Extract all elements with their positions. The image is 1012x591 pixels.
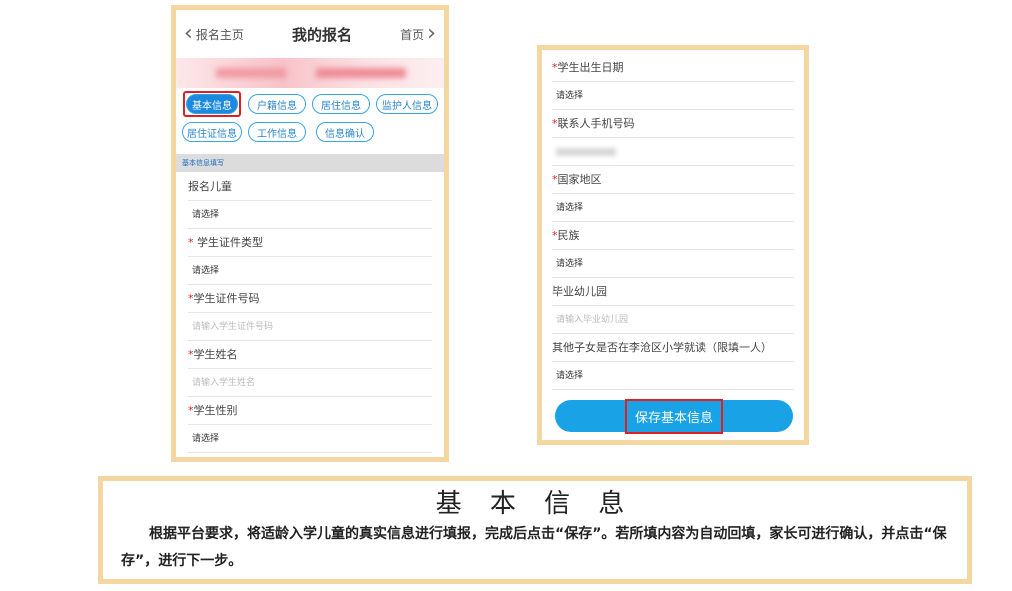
- id-number-input[interactable]: 请输入学生证件号码: [188, 313, 432, 341]
- kindergarten-input[interactable]: 请输入毕业幼儿园: [552, 306, 794, 334]
- tab-household-info[interactable]: 户籍信息: [248, 94, 306, 114]
- phone-input[interactable]: [552, 138, 794, 166]
- tab-guardian-info[interactable]: 监护人信息: [376, 94, 438, 114]
- field-label: *学生姓名: [188, 341, 432, 369]
- highlight-box: [624, 398, 723, 434]
- caption-title: 基 本 信 息: [435, 489, 635, 519]
- tab-label: 信息确认: [325, 128, 365, 140]
- highlight-box: [183, 91, 241, 117]
- blurred-value: [556, 147, 616, 156]
- home-label: 首页: [400, 27, 425, 42]
- tab-confirm-info[interactable]: 信息确认: [316, 122, 374, 142]
- child-select[interactable]: 请选择: [188, 201, 432, 229]
- chevron-right-icon: ›: [427, 21, 436, 46]
- country-select[interactable]: 请选择: [552, 194, 794, 222]
- tab-basic-info[interactable]: 基本信息: [183, 91, 241, 117]
- field-label: 其他子女是否在李沧区小学就读（限填一人）: [552, 334, 794, 362]
- field-label: *学生证件号码: [188, 285, 432, 313]
- tab-label: 工作信息: [257, 128, 297, 140]
- phone-screen-right: *学生出生日期 请选择 *联系人手机号码 *国家地区 请选择 *民族 请选择 毕…: [537, 45, 809, 445]
- tab-residence-info[interactable]: 居住信息: [312, 94, 370, 114]
- id-type-select[interactable]: 请选择: [188, 257, 432, 285]
- sibling-select[interactable]: 请选择: [552, 362, 794, 390]
- student-name-input[interactable]: 请输入学生姓名: [188, 369, 432, 397]
- tab-label: 居住信息: [321, 100, 361, 112]
- form-left: 报名儿童 请选择 * 学生证件类型 请选择 *学生证件号码 请输入学生证件号码 …: [176, 173, 444, 453]
- field-label: *学生性别: [188, 397, 432, 425]
- blurred-banner: [176, 58, 444, 88]
- tab-label: 户籍信息: [257, 100, 297, 112]
- ethnicity-select[interactable]: 请选择: [552, 250, 794, 278]
- field-label: 报名儿童: [188, 173, 432, 201]
- section-header: 基本信息填写: [176, 154, 444, 172]
- back-label: 报名主页: [195, 27, 244, 42]
- chevron-left-icon: ‹: [184, 21, 193, 46]
- save-basic-info-button[interactable]: 保存基本信息: [555, 398, 793, 434]
- field-label: *学生出生日期: [552, 54, 794, 82]
- field-label: *民族: [552, 222, 794, 250]
- tab-label: 居住证信息: [187, 128, 237, 140]
- field-label: *国家地区: [552, 166, 794, 194]
- field-label: *联系人手机号码: [552, 110, 794, 138]
- back-button[interactable]: ‹ 报名主页: [184, 23, 244, 45]
- form-right: *学生出生日期 请选择 *联系人手机号码 *国家地区 请选择 *民族 请选择 毕…: [542, 54, 804, 390]
- tab-work-info[interactable]: 工作信息: [248, 122, 306, 142]
- gender-select[interactable]: 请选择: [188, 425, 432, 453]
- birth-date-select[interactable]: 请选择: [552, 82, 794, 110]
- phone-screen-left: ‹ 报名主页 我的报名 首页 › 基本信息 户籍信息 居住信息 监护人信息 居住…: [171, 5, 449, 462]
- caption-body: 根据平台要求，将适龄入学儿童的真实信息进行填报，完成后点击“保存”。若所填内容为…: [121, 526, 947, 569]
- required-mark: *: [188, 236, 194, 249]
- tab-residence-permit-info[interactable]: 居住证信息: [182, 122, 242, 142]
- nav-bar: ‹ 报名主页 我的报名 首页 ›: [176, 10, 444, 58]
- tab-label: 监护人信息: [382, 100, 432, 112]
- field-label: * 学生证件类型: [188, 229, 432, 257]
- home-button[interactable]: 首页 ›: [400, 23, 436, 45]
- field-label: 毕业幼儿园: [552, 278, 794, 306]
- page-title: 我的报名: [291, 25, 352, 44]
- caption-box: 基 本 信 息 根据平台要求，将适龄入学儿童的真实信息进行填报，完成后点击“保存…: [98, 476, 972, 584]
